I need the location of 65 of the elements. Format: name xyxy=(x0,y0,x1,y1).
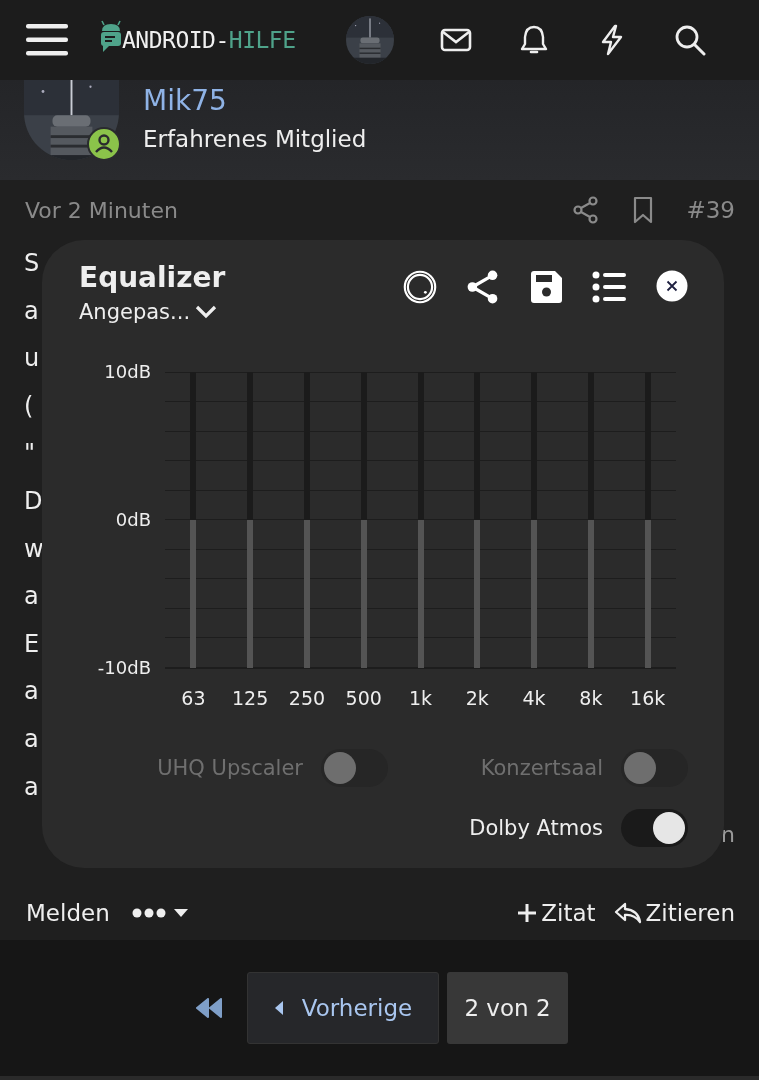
band-slider[interactable] xyxy=(644,372,651,668)
menu-icon[interactable] xyxy=(26,24,68,56)
frequency-label: 250 xyxy=(287,687,327,709)
bookmark-icon[interactable] xyxy=(632,196,655,224)
android-chat-icon xyxy=(100,19,122,53)
post-text: D xyxy=(24,485,43,517)
page-indicator: 2 von 2 xyxy=(447,972,568,1044)
close-icon[interactable] xyxy=(656,270,688,302)
band-slider[interactable] xyxy=(474,372,481,668)
toggle-label: Konzertsaal xyxy=(480,756,603,780)
post-text: ( xyxy=(24,390,34,422)
first-page-icon[interactable] xyxy=(195,998,223,1018)
preset-dropdown[interactable]: Angepas... xyxy=(79,300,219,324)
toggle-label: UHQ Upscaler xyxy=(157,756,303,780)
post-text: a xyxy=(24,581,39,613)
logo-text[interactable]: ANDROID-HILFE xyxy=(122,27,296,53)
frequency-label: 4k xyxy=(521,687,547,709)
equalizer-title: Equalizer xyxy=(79,260,227,296)
db-label: 0dB xyxy=(115,509,151,531)
plus-icon xyxy=(517,903,538,923)
chevron-down-icon xyxy=(194,304,219,320)
db-label: 10dB xyxy=(104,361,151,383)
post-number-link[interactable]: #39 xyxy=(686,197,735,223)
search-icon[interactable] xyxy=(674,24,706,56)
frequency-label: 125 xyxy=(231,687,270,709)
post-text: a xyxy=(24,295,39,327)
post-text: S xyxy=(24,248,40,279)
post-text: a xyxy=(24,771,39,803)
toggle-switch[interactable] xyxy=(621,809,688,847)
frequency-label: 63 xyxy=(180,687,207,709)
band-slider[interactable] xyxy=(587,372,594,668)
frequency-label: 1k xyxy=(407,687,434,709)
reply-link[interactable]: Zitieren xyxy=(613,900,735,926)
band-slider[interactable] xyxy=(417,372,424,668)
caret-left-icon xyxy=(273,1000,284,1016)
post-text: u xyxy=(24,343,40,375)
save-icon[interactable] xyxy=(529,270,563,304)
band-slider[interactable] xyxy=(303,372,310,668)
list-icon[interactable] xyxy=(592,270,626,304)
previous-page-button[interactable]: Vorherige xyxy=(247,972,439,1044)
username-link[interactable]: Mik75 xyxy=(143,82,367,120)
post-time: Vor 2 Minuten xyxy=(25,197,179,223)
frequency-label: 16k xyxy=(629,687,667,709)
db-label: -10dB xyxy=(97,657,151,679)
band-slider[interactable] xyxy=(190,372,197,668)
bell-icon[interactable] xyxy=(518,24,550,56)
post-text: w xyxy=(24,533,44,565)
band-slider[interactable] xyxy=(360,372,367,668)
post-text: n xyxy=(721,821,735,850)
frequency-label: 8k xyxy=(578,687,604,709)
frequency-label: 2k xyxy=(464,687,490,709)
frequency-label: 500 xyxy=(344,687,383,709)
band-slider[interactable] xyxy=(531,372,538,668)
post-text: a xyxy=(24,676,39,708)
report-link[interactable]: Melden xyxy=(26,900,110,926)
post-text: E xyxy=(24,628,40,660)
knob-icon[interactable] xyxy=(403,270,437,304)
quote-link[interactable]: Zitat xyxy=(517,900,596,926)
post-text: a xyxy=(24,723,39,755)
user-role: Erfahrenes Mitglied xyxy=(143,126,367,152)
reply-icon xyxy=(613,901,642,925)
post-text: " xyxy=(24,438,36,470)
band-slider[interactable] xyxy=(247,372,254,668)
share-icon[interactable] xyxy=(466,270,500,304)
toggle-label: Dolby Atmos xyxy=(469,816,603,840)
